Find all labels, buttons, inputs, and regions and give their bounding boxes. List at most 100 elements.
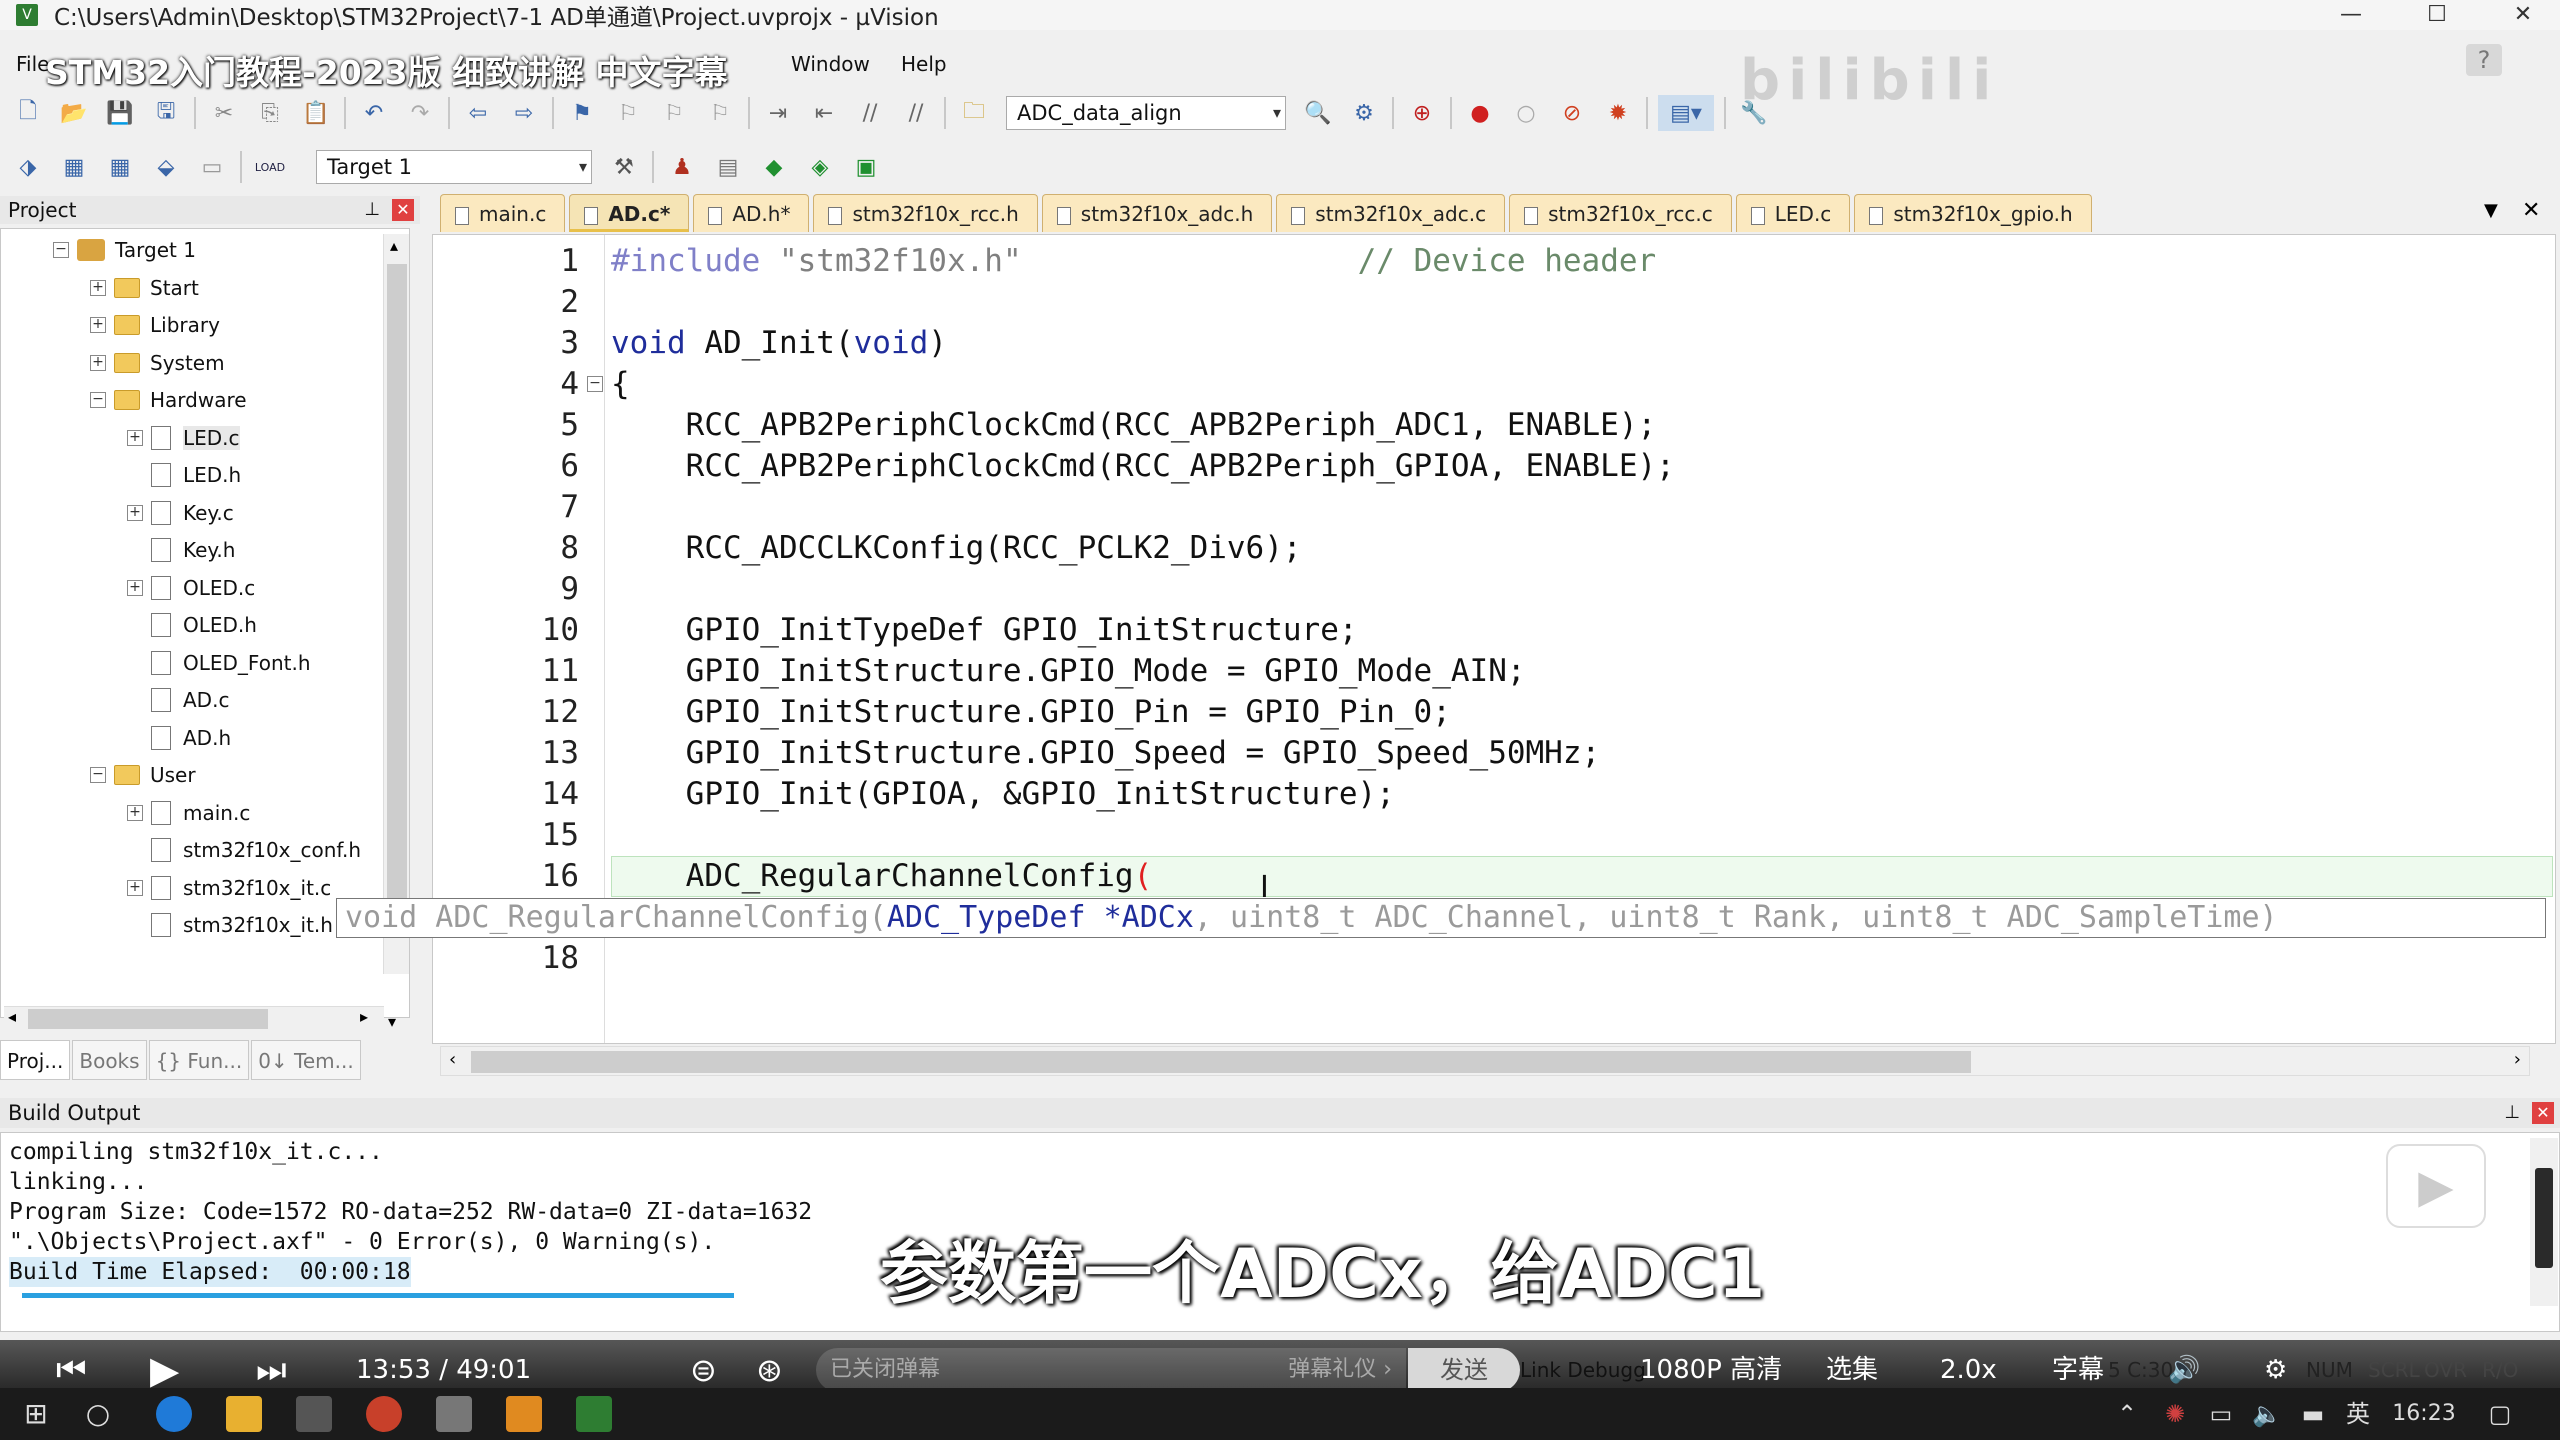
comment-icon[interactable]: // xyxy=(852,95,888,131)
paste-icon[interactable]: 📋 xyxy=(298,95,334,131)
tree-item[interactable]: LED.h xyxy=(127,458,241,492)
tab-books[interactable]: Books xyxy=(72,1040,147,1080)
scroll-left-icon[interactable]: ◂ xyxy=(8,1007,16,1026)
tray-expand-icon[interactable]: ⌃ xyxy=(2112,1388,2142,1440)
configure-icon[interactable]: 🔧 xyxy=(1736,95,1772,131)
tree-item[interactable]: + Library xyxy=(90,308,220,342)
expand-icon[interactable]: + xyxy=(90,317,106,333)
redo-icon[interactable]: ↷ xyxy=(402,95,438,131)
tree-item[interactable]: OLED_Font.h xyxy=(127,646,311,680)
play-overlay-icon[interactable]: ▶ xyxy=(2386,1144,2486,1228)
windows-start-icon[interactable]: ⊞ xyxy=(18,1388,54,1440)
cut-icon[interactable]: ✂ xyxy=(206,95,242,131)
menu-help[interactable]: Help xyxy=(901,52,947,76)
editor-tab[interactable]: stm32f10x_adc.c xyxy=(1276,194,1506,232)
expand-icon[interactable]: + xyxy=(90,279,106,296)
editor-horizontal-scrollbar[interactable]: ‹ › xyxy=(440,1046,2530,1076)
tab-templates[interactable]: 0↓ Tem... xyxy=(251,1040,361,1080)
find-combo[interactable]: ADC_data_align ▾ xyxy=(1006,96,1286,130)
bookmark-prev-icon[interactable]: ⚐ xyxy=(610,95,646,131)
bookmark-next-icon[interactable]: ⚐ xyxy=(656,95,692,131)
close-icon[interactable]: ✕ xyxy=(392,199,414,221)
pin-icon[interactable]: ⊥ xyxy=(364,196,380,224)
help-icon[interactable]: ? xyxy=(2466,44,2502,76)
app-icon[interactable] xyxy=(506,1396,542,1432)
editor-tab[interactable]: stm32f10x_rcc.c xyxy=(1509,194,1732,232)
tray-battery-icon[interactable]: ▬ xyxy=(2298,1388,2328,1440)
tree-item[interactable]: + main.c xyxy=(127,796,250,830)
expand-icon[interactable]: + xyxy=(127,804,143,821)
editor-tab[interactable]: stm32f10x_gpio.h xyxy=(1854,194,2092,232)
collapse-icon[interactable]: − xyxy=(53,242,69,258)
ime-indicator[interactable]: 英 xyxy=(2340,1388,2376,1440)
tree-item[interactable]: stm32f10x_it.h xyxy=(127,908,333,942)
translate-icon[interactable]: ⬗ xyxy=(10,149,46,185)
minimize-button[interactable]: — xyxy=(2316,0,2386,30)
manage-rte-icon[interactable]: ◈ xyxy=(802,149,838,185)
tree-item[interactable]: Key.h xyxy=(127,533,235,567)
scroll-right-icon[interactable]: › xyxy=(2514,1049,2521,1070)
tab-functions[interactable]: {} Fun... xyxy=(148,1040,250,1080)
tree-item[interactable]: + stm32f10x_it.c xyxy=(127,871,331,905)
open-folder-icon[interactable]: 📂 xyxy=(56,95,92,131)
bookmark-icon[interactable]: ⚑ xyxy=(564,95,600,131)
search-icon[interactable]: ○ xyxy=(80,1388,116,1440)
target-options-icon[interactable]: ⚒ xyxy=(606,149,642,185)
save-all-icon[interactable]: 🖫 xyxy=(148,95,184,131)
copy-icon[interactable]: ⎘ xyxy=(252,95,288,131)
powerpoint-icon[interactable] xyxy=(366,1396,402,1432)
camera-app-icon[interactable] xyxy=(296,1396,332,1432)
indent-icon[interactable]: ⇥ xyxy=(760,95,796,131)
danmaku-etiquette-link[interactable]: 弹幕礼仪 › xyxy=(1288,1348,1392,1392)
collapse-icon[interactable]: − xyxy=(90,767,106,783)
find-icon[interactable]: 🔍 xyxy=(1300,95,1336,131)
stop-build-icon[interactable]: ▭ xyxy=(194,149,230,185)
pack-update-icon[interactable]: ▣ xyxy=(848,149,884,185)
close-tab-icon[interactable]: ✕ xyxy=(2522,198,2540,223)
debug-session-icon[interactable]: ⊕ xyxy=(1404,95,1440,131)
tray-volume-icon[interactable]: 🔈 xyxy=(2252,1388,2282,1440)
select-packs-icon[interactable]: ▤ xyxy=(710,149,746,185)
editor-tab[interactable]: AD.c* xyxy=(569,194,690,232)
tab-project[interactable]: Proj... xyxy=(0,1040,71,1080)
scroll-left-icon[interactable]: ‹ xyxy=(449,1049,456,1070)
scroll-right-icon[interactable]: ▸ xyxy=(360,1007,368,1026)
undo-icon[interactable]: ↶ xyxy=(356,95,392,131)
window-layout-icon[interactable]: ▤▾ xyxy=(1658,95,1714,131)
editor-tab[interactable]: LED.c xyxy=(1735,194,1851,232)
tree-horizontal-scrollbar[interactable]: ◂ ▸ xyxy=(4,1006,384,1030)
file-explorer-icon[interactable] xyxy=(226,1396,262,1432)
manage-project-icon[interactable]: ♟ xyxy=(664,149,700,185)
scroll-down-icon[interactable]: ▾ xyxy=(388,1012,396,1031)
close-button[interactable]: ✕ xyxy=(2488,0,2558,30)
menu-window[interactable]: Window xyxy=(791,52,870,76)
tree-item[interactable]: − Target 1 xyxy=(53,233,196,267)
pack-installer-icon[interactable]: ◆ xyxy=(756,149,792,185)
photos-app-icon[interactable] xyxy=(436,1396,472,1432)
chevron-down-icon[interactable]: ▾ xyxy=(579,151,587,183)
expand-icon[interactable]: + xyxy=(90,354,106,371)
bookmark-clear-icon[interactable]: ⚐ xyxy=(702,95,738,131)
tree-item[interactable]: + OLED.c xyxy=(127,571,255,605)
uncomment-icon[interactable]: // xyxy=(898,95,934,131)
tree-item[interactable]: + LED.c xyxy=(127,421,240,455)
tree-item[interactable]: stm32f10x_conf.h xyxy=(127,833,361,867)
nav-forward-icon[interactable]: ⇨ xyxy=(506,95,542,131)
danmaku-input[interactable]: 已关闭弹幕 弹幕礼仪 › xyxy=(816,1348,1406,1392)
settings-icon[interactable]: ⚙ xyxy=(1346,95,1382,131)
clock[interactable]: 16:23 xyxy=(2384,1388,2464,1440)
send-button[interactable]: 发送 xyxy=(1408,1348,1520,1392)
tree-item[interactable]: + Start xyxy=(90,271,199,305)
breakpoint-kill-icon[interactable]: ✹ xyxy=(1600,95,1636,131)
download-icon[interactable]: LOAD xyxy=(252,149,288,185)
unindent-icon[interactable]: ⇤ xyxy=(806,95,842,131)
close-icon[interactable]: ✕ xyxy=(2532,1102,2554,1124)
tree-item[interactable]: − User xyxy=(90,758,196,792)
new-file-icon[interactable]: 🗋 xyxy=(10,95,46,131)
tab-list-icon[interactable]: ▼ xyxy=(2484,200,2498,221)
expand-icon[interactable]: + xyxy=(127,429,143,446)
expand-icon[interactable]: + xyxy=(127,579,143,596)
chevron-down-icon[interactable]: ▾ xyxy=(1273,97,1281,129)
expand-icon[interactable]: + xyxy=(127,879,143,896)
build-icon[interactable]: ▦ xyxy=(56,149,92,185)
